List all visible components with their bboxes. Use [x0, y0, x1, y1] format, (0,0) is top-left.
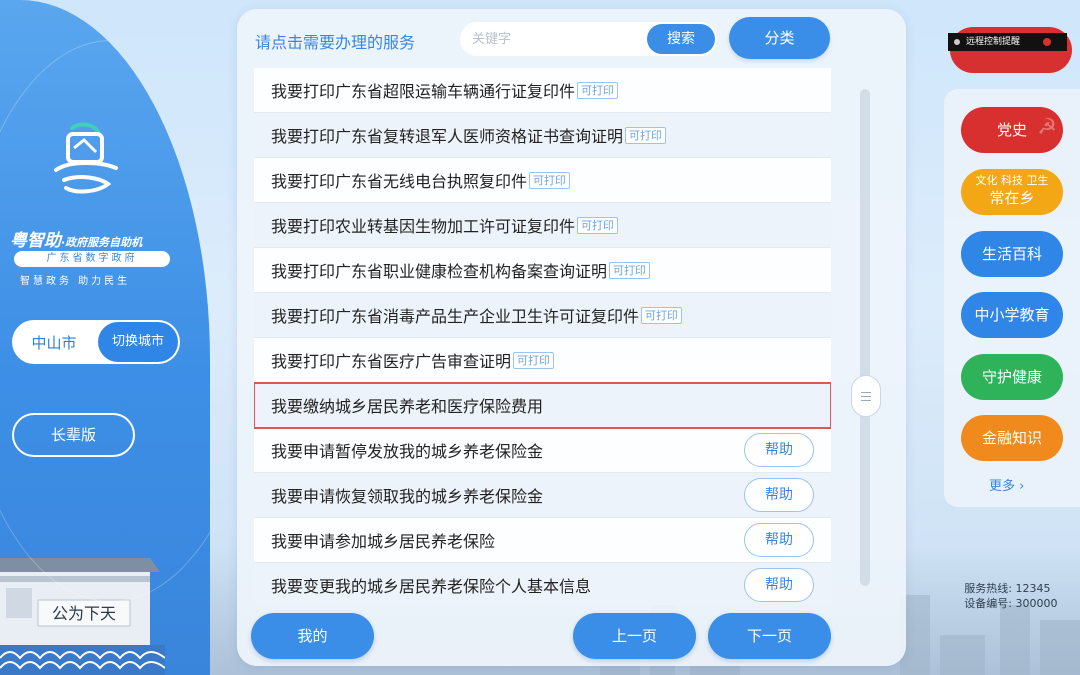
- printable-badge: 可打印: [577, 216, 619, 234]
- service-label: 我要打印广东省无线电台执照复印件: [271, 172, 528, 191]
- service-label: 我要打印广东省消毒产品生产企业卫生许可证复印件: [271, 307, 640, 326]
- info-icon: [954, 39, 960, 45]
- printable-badge: 可打印: [577, 81, 619, 99]
- more-link[interactable]: 更多 ›: [989, 475, 1024, 494]
- service-label: 我要缴纳城乡居民养老和医疗保险费用: [271, 397, 544, 416]
- service-list-panel: 请点击需要办理的服务 搜索 分类 我要打印广东省超限运输车辆通行证复印件可打印我…: [237, 9, 906, 666]
- brand-title: 粤智助·政府服务自助机: [10, 231, 143, 251]
- category-label: 常在乡: [989, 189, 1035, 207]
- service-row[interactable]: 我要申请恢复领取我的城乡养老保险金 帮助: [254, 473, 831, 518]
- yue-logo-icon: [54, 122, 118, 194]
- service-row[interactable]: 我要打印农业转基因生物加工许可证复印件 可打印: [254, 203, 831, 248]
- service-row[interactable]: 我要打印广东省无线电台执照复印件 可打印: [254, 158, 831, 203]
- service-row[interactable]: 我要打印广东省超限运输车辆通行证复印件 可打印: [254, 68, 831, 113]
- service-row[interactable]: 我要打印广东省消毒产品生产企业卫生许可证复印件 可打印: [254, 293, 831, 338]
- scrollbar-thumb[interactable]: [851, 375, 881, 417]
- search-box: 搜索: [460, 22, 717, 56]
- building-illustration: 公为下天: [0, 558, 165, 675]
- brand-subtitle: 广东省数字政府: [14, 251, 170, 267]
- service-row[interactable]: 我要打印广东省医疗广告审查证明 可打印: [254, 338, 831, 383]
- service-label: 我要打印广东省超限运输车辆通行证复印件: [271, 82, 576, 101]
- category-item[interactable]: 文化 科技 卫生常在乡: [961, 169, 1063, 215]
- category-item[interactable]: 金融知识: [961, 415, 1063, 461]
- help-button[interactable]: 帮助: [744, 478, 814, 512]
- service-row[interactable]: 我要申请暂停发放我的城乡养老保险金 帮助: [254, 428, 831, 473]
- category-label: 金融知识: [981, 429, 1042, 447]
- page-title: 请点击需要办理的服务: [255, 33, 416, 52]
- printable-badge: 可打印: [625, 126, 667, 144]
- service-row[interactable]: 我要变更我的城乡居民养老保险个人基本信息 帮助: [254, 563, 831, 605]
- service-list: 我要打印广东省超限运输车辆通行证复印件 可打印 我要打印广东省复转退军人医师资格证书…: [254, 68, 831, 605]
- help-button[interactable]: 帮助: [744, 433, 814, 467]
- remote-control-notice: 远程控制提醒: [948, 33, 1067, 51]
- category-item[interactable]: 党史 ☭: [961, 107, 1063, 153]
- party-emblem-icon: ☭: [1037, 115, 1057, 140]
- service-label: 我要打印农业转基因生物加工许可证复印件: [271, 217, 576, 236]
- help-button[interactable]: 帮助: [744, 523, 814, 557]
- mine-button[interactable]: 我的: [251, 613, 374, 659]
- category-label: 生活百科: [981, 245, 1042, 263]
- service-row[interactable]: 我要申请参加城乡居民养老保险 帮助: [254, 518, 831, 563]
- service-label: 我要打印广东省复转退军人医师资格证书查询证明: [271, 127, 624, 146]
- printable-badge: 可打印: [513, 351, 555, 369]
- help-button[interactable]: 帮助: [744, 568, 814, 602]
- close-icon[interactable]: [1043, 38, 1051, 46]
- category-item[interactable]: 守护健康: [961, 354, 1063, 400]
- hotline-value: 12345: [1015, 582, 1051, 595]
- service-label: 我要打印广东省医疗广告审查证明: [271, 352, 512, 371]
- category-subtitle: 文化 科技 卫生: [975, 174, 1049, 187]
- search-input[interactable]: [472, 22, 642, 56]
- next-page-button[interactable]: 下一页: [708, 613, 831, 659]
- category-item[interactable]: 中小学教育: [961, 292, 1063, 338]
- hotline-label: 服务热线:: [964, 582, 1012, 595]
- service-label: 我要申请暂停发放我的城乡养老保险金: [271, 442, 544, 461]
- city-switcher: 中山市 切换城市: [12, 320, 180, 364]
- category-label: 中小学教育: [974, 306, 1050, 324]
- printable-badge: 可打印: [609, 261, 651, 279]
- building-inscription: 公为下天: [52, 604, 116, 623]
- search-button[interactable]: 搜索: [647, 24, 715, 54]
- service-label: 我要变更我的城乡居民养老保险个人基本信息: [271, 577, 592, 596]
- printable-badge: 可打印: [529, 171, 571, 189]
- service-row[interactable]: 我要打印广东省职业健康检查机构备案查询证明 可打印: [254, 248, 831, 293]
- scrollbar-track[interactable]: [860, 89, 870, 586]
- brand-slogan: 智慧政务 助力民生: [20, 276, 131, 287]
- category-button[interactable]: 分类: [729, 17, 830, 59]
- service-label: 我要申请恢复领取我的城乡养老保险金: [271, 487, 544, 506]
- current-city: 中山市: [31, 333, 77, 352]
- service-row[interactable]: 我要缴纳城乡居民养老和医疗保险费用: [254, 382, 831, 429]
- printable-badge: 可打印: [641, 306, 683, 324]
- previous-page-button[interactable]: 上一页: [573, 613, 696, 659]
- device-value: 300000: [1015, 597, 1058, 610]
- service-row[interactable]: 我要打印广东省复转退军人医师资格证书查询证明 可打印: [254, 113, 831, 158]
- category-item[interactable]: 生活百科: [961, 231, 1063, 277]
- service-label: 我要申请参加城乡居民养老保险: [271, 532, 496, 551]
- category-label: 守护健康: [981, 368, 1042, 386]
- service-info: 服务热线: 12345 设备编号: 300000: [962, 581, 1058, 611]
- left-sidebar: 粤智助·政府服务自助机 广东省数字政府 智慧政务 助力民生 中山市 切换城市 长…: [0, 0, 210, 675]
- elder-mode-button[interactable]: 长辈版: [12, 413, 135, 457]
- device-label: 设备编号:: [964, 597, 1012, 610]
- switch-city-button[interactable]: 切换城市: [98, 322, 178, 362]
- category-sidebar: 党史 ☭ 文化 科技 卫生常在乡生活百科中小学教育守护健康金融知识 更多 ›: [944, 89, 1080, 507]
- category-label: 党史: [996, 121, 1027, 139]
- service-label: 我要打印广东省职业健康检查机构备案查询证明: [271, 262, 608, 281]
